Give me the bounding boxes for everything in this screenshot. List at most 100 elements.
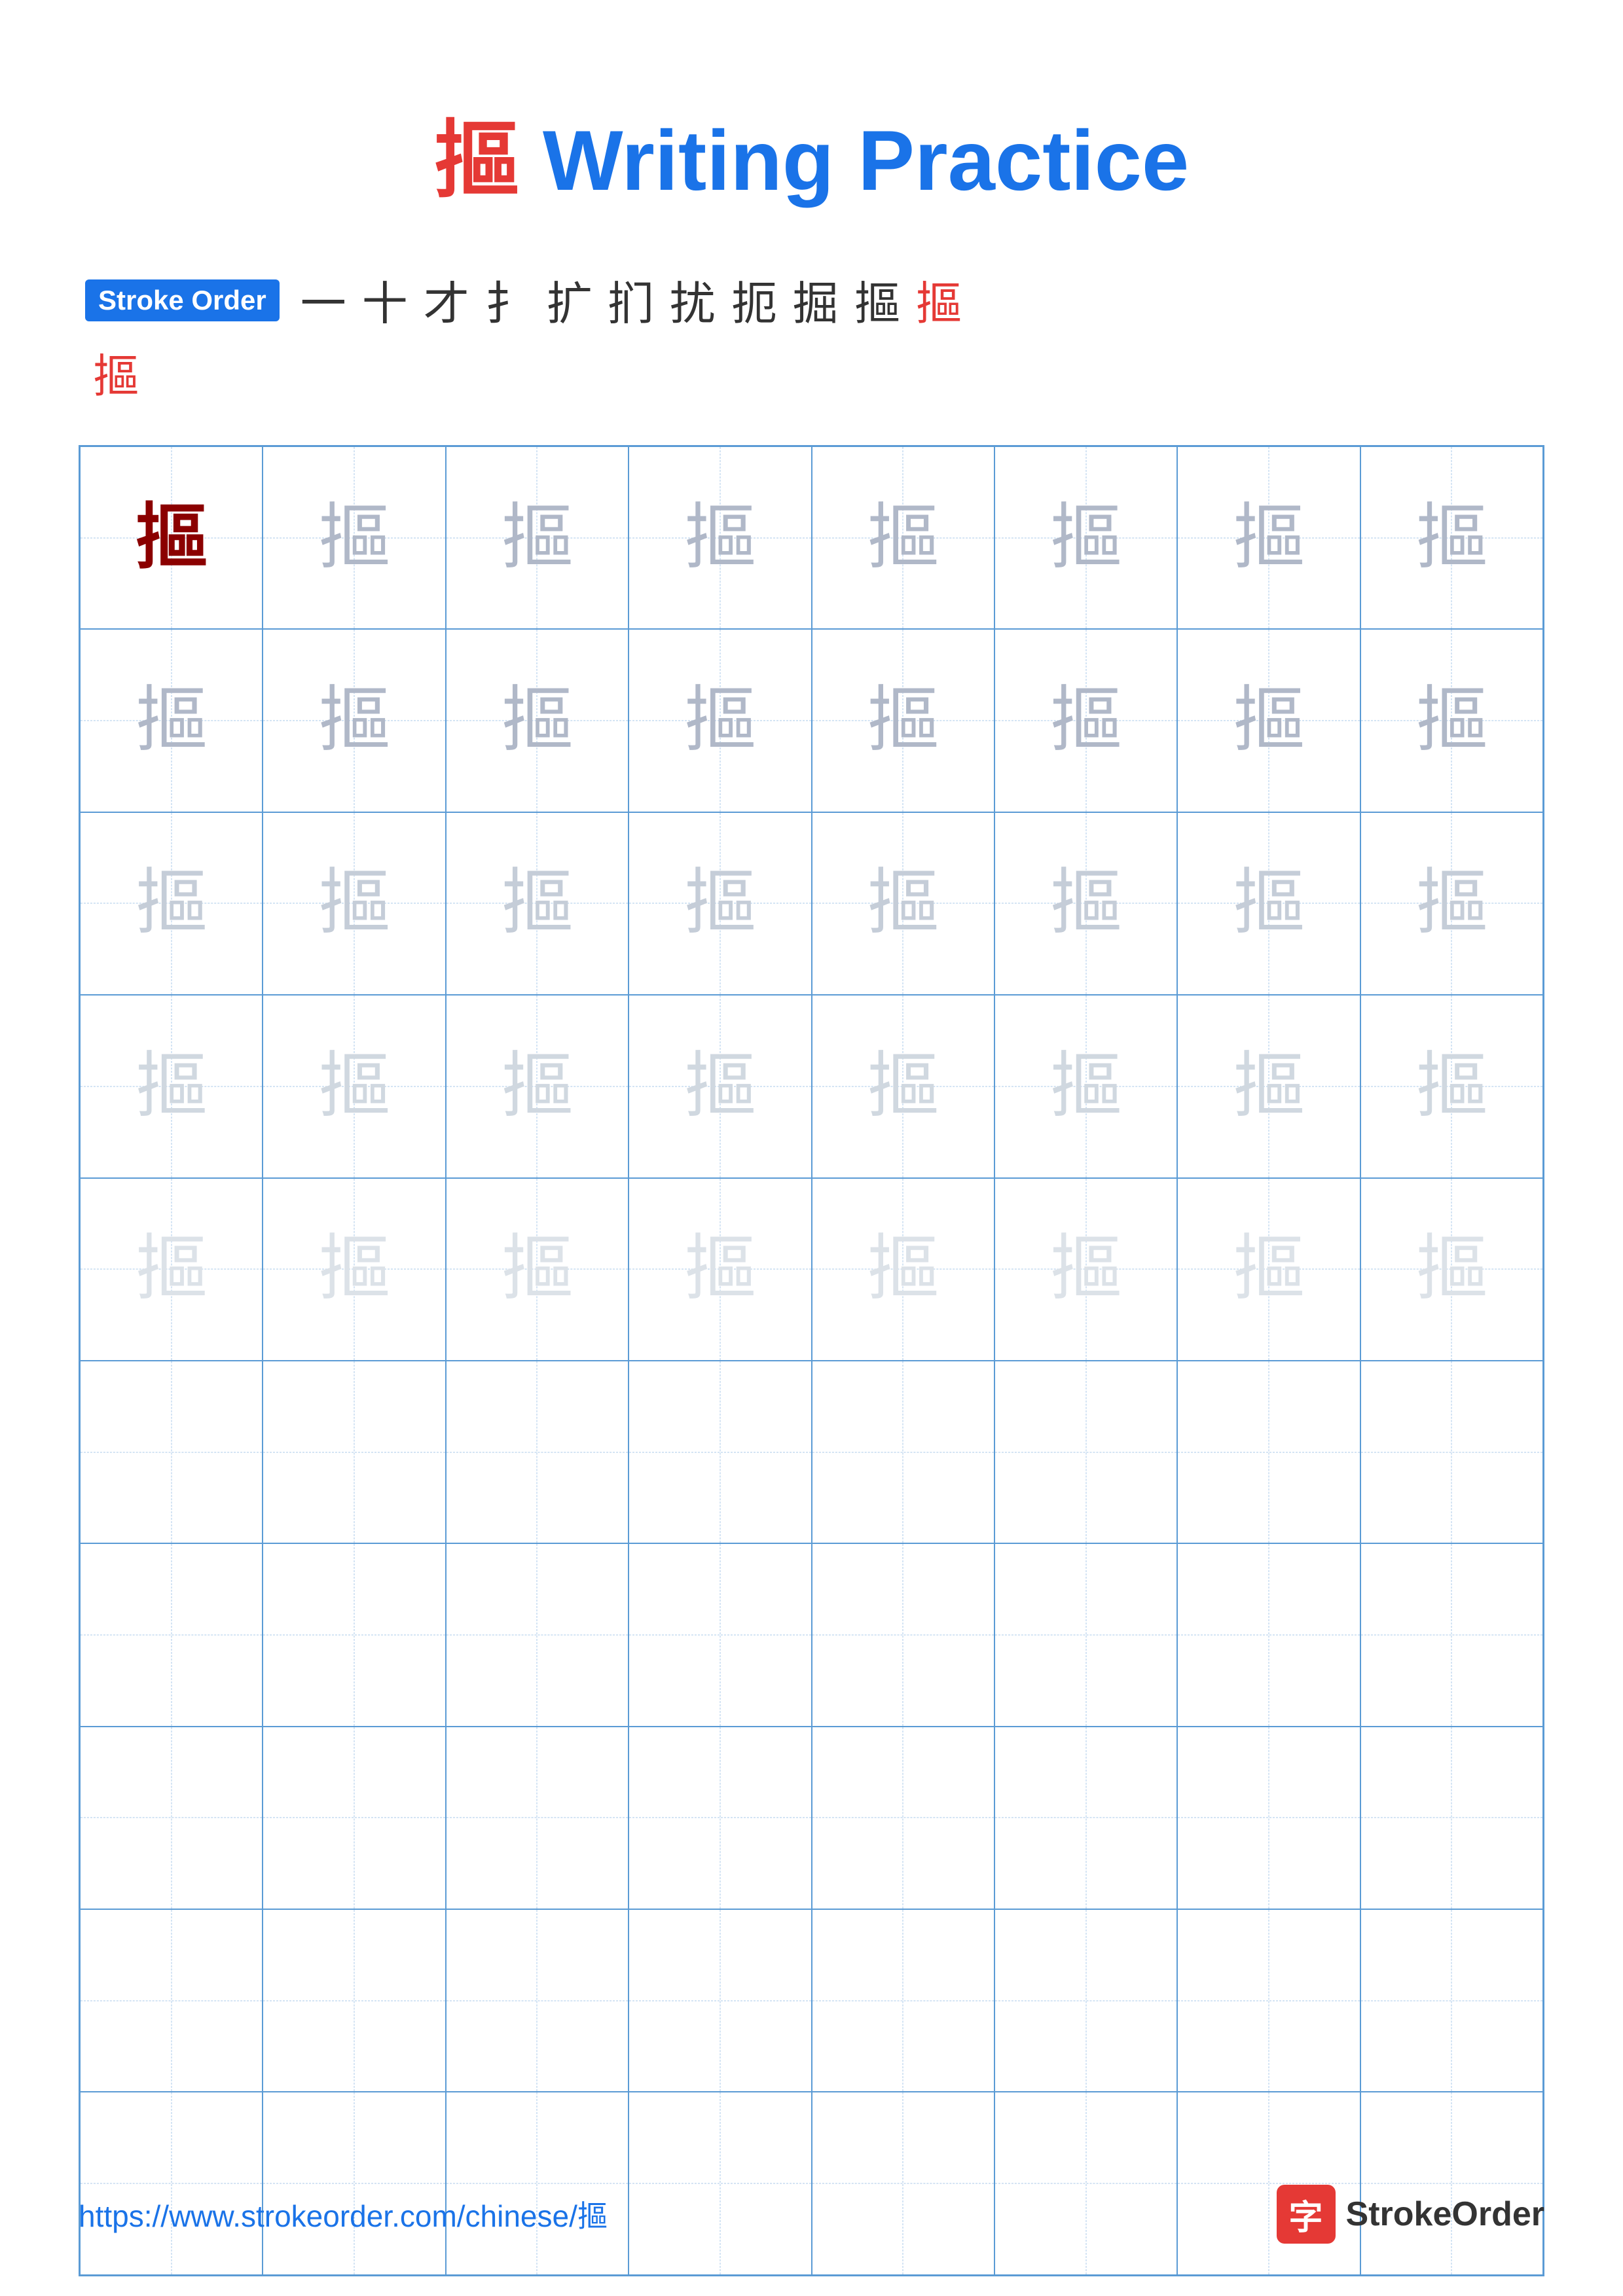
grid-cell-r8c1 — [80, 1727, 263, 1909]
grid-cell-r5c3: 摳 — [446, 1178, 629, 1361]
cell-char: 摳 — [318, 1233, 390, 1305]
grid-cell-r3c2: 摳 — [263, 812, 445, 995]
grid-row-6 — [80, 1361, 1543, 1543]
cell-char: 摳 — [1233, 867, 1305, 939]
stroke-order-badge: Stroke Order — [85, 279, 280, 321]
grid-cell-r8c6 — [994, 1727, 1177, 1909]
stroke-3: 才 — [424, 267, 469, 333]
cell-char: 摳 — [1415, 685, 1487, 757]
grid-cell-r8c5 — [812, 1727, 994, 1909]
grid-cell-r5c2: 摳 — [263, 1178, 445, 1361]
grid-cell-r1c6: 摳 — [994, 446, 1177, 629]
grid-cell-r3c4: 摳 — [629, 812, 811, 995]
footer: https://www.strokeorder.com/chinese/摳 字 … — [79, 2185, 1544, 2244]
grid-cell-r5c4: 摳 — [629, 1178, 811, 1361]
grid-cell-r8c7 — [1177, 1727, 1360, 1909]
grid-row-1: 摳 摳 摳 摳 摳 摳 摳 摳 — [80, 446, 1543, 629]
cell-char: 摳 — [684, 1050, 756, 1122]
grid-cell-r2c1: 摳 — [80, 629, 263, 812]
grid-cell-r6c6 — [994, 1361, 1177, 1543]
grid-cell-r2c8: 摳 — [1360, 629, 1543, 812]
grid-cell-r7c1 — [80, 1543, 263, 1726]
cell-char: 摳 — [318, 1050, 390, 1122]
grid-cell-r9c7 — [1177, 1909, 1360, 2092]
practice-grid: 摳 摳 摳 摳 摳 摳 摳 摳 摳 摳 摳 摳 摳 摳 摳 摳 摳 摳 摳 摳 … — [79, 445, 1544, 2276]
grid-cell-r9c2 — [263, 1909, 445, 2092]
grid-cell-r7c4 — [629, 1543, 811, 1726]
footer-logo: 字 StrokeOrder — [1277, 2185, 1544, 2244]
cell-char: 摳 — [1050, 685, 1122, 757]
grid-cell-r1c4: 摳 — [629, 446, 811, 629]
grid-cell-r7c2 — [263, 1543, 445, 1726]
cell-char: 摳 — [1415, 502, 1487, 574]
cell-char: 摳 — [867, 1050, 939, 1122]
grid-cell-r5c8: 摳 — [1360, 1178, 1543, 1361]
stroke-order-row-2: 摳 — [85, 340, 1538, 406]
grid-cell-r7c5 — [812, 1543, 994, 1726]
grid-row-5: 摳 摳 摳 摳 摳 摳 摳 摳 — [80, 1178, 1543, 1361]
cell-char: 摳 — [1050, 502, 1122, 574]
grid-cell-r9c1 — [80, 1909, 263, 2092]
grid-row-3: 摳 摳 摳 摳 摳 摳 摳 摳 — [80, 812, 1543, 995]
grid-cell-r2c3: 摳 — [446, 629, 629, 812]
logo-text: StrokeOrder — [1346, 2195, 1544, 2234]
cell-char: 摳 — [318, 502, 390, 574]
cell-char: 摳 — [501, 685, 573, 757]
cell-char: 摳 — [1415, 1050, 1487, 1122]
grid-cell-r5c5: 摳 — [812, 1178, 994, 1361]
cell-char: 摳 — [1415, 1233, 1487, 1305]
grid-cell-r2c2: 摳 — [263, 629, 445, 812]
grid-cell-r4c2: 摳 — [263, 995, 445, 1177]
cell-char: 摳 — [684, 867, 756, 939]
grid-cell-r1c2: 摳 — [263, 446, 445, 629]
stroke-7: 扰 — [670, 267, 716, 333]
grid-cell-r6c4 — [629, 1361, 811, 1543]
grid-cell-r2c5: 摳 — [812, 629, 994, 812]
cell-char: 摳 — [136, 1233, 208, 1305]
grid-cell-r7c8 — [1360, 1543, 1543, 1726]
cell-char: 摳 — [318, 685, 390, 757]
cell-char: 摳 — [318, 867, 390, 939]
cell-char: 摳 — [501, 1050, 573, 1122]
grid-cell-r10c4 — [629, 2092, 811, 2274]
grid-cell-r6c8 — [1360, 1361, 1543, 1543]
grid-cell-r4c8: 摳 — [1360, 995, 1543, 1177]
title-text: Writing Practice — [519, 113, 1189, 208]
stroke-order-row-1: Stroke Order 一 十 才 扌 扩 扪 扰 扼 掘 摳 摳 — [85, 267, 1538, 333]
title-chinese-char: 摳 — [434, 115, 519, 209]
stroke-6: 扪 — [608, 267, 654, 333]
grid-cell-r10c8 — [1360, 2092, 1543, 2274]
grid-cell-r6c2 — [263, 1361, 445, 1543]
grid-cell-r5c1: 摳 — [80, 1178, 263, 1361]
grid-row-4: 摳 摳 摳 摳 摳 摳 摳 摳 — [80, 995, 1543, 1177]
grid-cell-r9c6 — [994, 1909, 1177, 2092]
grid-cell-r1c3: 摳 — [446, 446, 629, 629]
logo-icon: 字 — [1277, 2185, 1336, 2244]
grid-cell-r4c7: 摳 — [1177, 995, 1360, 1177]
grid-cell-r8c2 — [263, 1727, 445, 1909]
cell-char: 摳 — [867, 1233, 939, 1305]
cell-char: 摳 — [136, 1050, 208, 1122]
footer-url[interactable]: https://www.strokeorder.com/chinese/摳 — [79, 2193, 608, 2236]
title-section: 摳 Writing Practice — [79, 92, 1544, 215]
cell-char: 摳 — [1233, 685, 1305, 757]
cell-char: 摳 — [867, 685, 939, 757]
page: 摳 Writing Practice Stroke Order 一 十 才 扌 … — [0, 0, 1623, 2296]
cell-char: 摳 — [136, 685, 208, 757]
grid-cell-r9c4 — [629, 1909, 811, 2092]
grid-row-8 — [80, 1727, 1543, 1909]
grid-cell-r4c4: 摳 — [629, 995, 811, 1177]
grid-cell-r4c6: 摳 — [994, 995, 1177, 1177]
grid-cell-r3c8: 摳 — [1360, 812, 1543, 995]
stroke-10: 摳 — [854, 267, 900, 333]
grid-cell-r3c3: 摳 — [446, 812, 629, 995]
grid-cell-r2c6: 摳 — [994, 629, 1177, 812]
stroke-1: 一 — [301, 267, 346, 333]
stroke-11: 摳 — [916, 267, 962, 333]
grid-cell-r3c5: 摳 — [812, 812, 994, 995]
cell-char: 摳 — [684, 502, 756, 574]
stroke-final: 摳 — [93, 340, 139, 406]
cell-char: 摳 — [684, 1233, 756, 1305]
cell-char: 摳 — [1233, 1233, 1305, 1305]
grid-cell-r4c3: 摳 — [446, 995, 629, 1177]
